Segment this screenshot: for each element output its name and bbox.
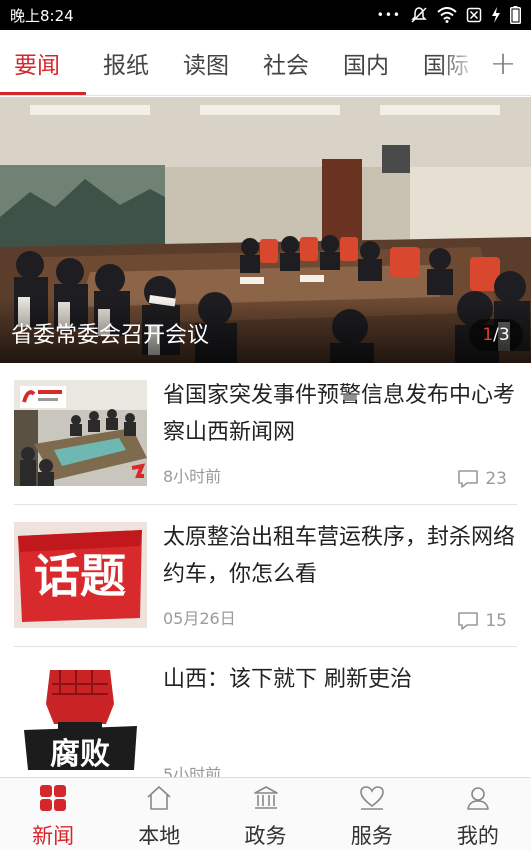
news-thumbnail <box>14 380 147 486</box>
news-time: 8小时前 <box>163 467 222 486</box>
status-bar: 晚上8:24 ••• <box>0 0 531 30</box>
news-grid-icon <box>38 784 68 812</box>
comment-icon <box>458 612 479 630</box>
tab-headlines[interactable]: 要闻 <box>0 30 86 95</box>
news-title[interactable]: 山西：该下就下 刷新吏治 <box>163 661 517 698</box>
person-icon <box>463 784 493 812</box>
news-time: 05月26日 <box>163 609 236 628</box>
nav-mine[interactable]: 我的 <box>425 778 531 850</box>
topic-banner-text: 话题 <box>34 549 126 603</box>
tab-society[interactable]: 社会 <box>246 30 326 95</box>
news-thumbnail: 话题 <box>14 522 147 628</box>
comment-count-value: 23 <box>485 469 507 489</box>
nav-news[interactable]: 新闻 <box>0 778 106 850</box>
charging-icon <box>491 7 501 23</box>
wifi-icon <box>437 7 457 23</box>
add-tab-button[interactable]: + <box>475 30 531 95</box>
fist-anticorruption-icon: 腐败 <box>14 664 147 770</box>
nav-news-label: 新闻 <box>32 824 75 848</box>
hero-carousel[interactable]: 省委常委会召开会议 1/3 <box>0 97 531 363</box>
hero-page-current: 1 <box>482 325 494 345</box>
nav-government[interactable]: 政务 <box>212 778 318 850</box>
home-icon <box>144 784 174 812</box>
tab-newspaper[interactable]: 报纸 <box>86 30 166 95</box>
nav-local[interactable]: 本地 <box>106 778 212 850</box>
status-icons: ••• <box>377 6 521 24</box>
topic-banner-icon: 话题 <box>14 522 147 628</box>
comment-count[interactable]: 15 <box>457 611 507 631</box>
more-dots-icon: ••• <box>376 8 401 22</box>
battery-icon <box>510 6 521 24</box>
sim-icon <box>466 7 482 23</box>
comment-icon <box>458 470 479 488</box>
tab-fade <box>439 30 479 95</box>
news-time: 5小时前 <box>163 765 222 777</box>
mute-icon <box>410 6 428 24</box>
news-item[interactable]: 话题 太原整治出租车营运秩序，封杀网络约车，你怎么看 05月26日 15 <box>14 505 517 647</box>
news-list: 省国家突发事件预警信息发布中心考察山西新闻网 8小时前 23 话题 太原整治出租… <box>0 363 531 777</box>
news-title[interactable]: 省国家突发事件预警信息发布中心考察山西新闻网 <box>163 377 517 451</box>
fist-banner-text: 腐败 <box>50 737 110 770</box>
news-item[interactable]: 省国家突发事件预警信息发布中心考察山西新闻网 8小时前 23 <box>14 363 517 505</box>
comment-count[interactable]: 23 <box>457 469 507 489</box>
meeting-photo-icon <box>14 380 147 486</box>
comment-count-value: 15 <box>485 611 507 631</box>
hero-page-total: /3 <box>493 325 510 345</box>
news-title[interactable]: 太原整治出租车营运秩序，封杀网络约车，你怎么看 <box>163 519 517 593</box>
category-tab-bar: 要闻 报纸 读图 社会 国内 国际 + <box>0 30 531 96</box>
nav-local-label: 本地 <box>138 824 181 848</box>
nav-mine-label: 我的 <box>456 824 499 848</box>
tab-domestic[interactable]: 国内 <box>326 30 406 95</box>
news-item[interactable]: 腐败 山西：该下就下 刷新吏治 5小时前 <box>14 647 517 777</box>
service-heart-icon <box>357 784 387 812</box>
nav-government-label: 政务 <box>244 824 287 848</box>
nav-service[interactable]: 服务 <box>319 778 425 850</box>
status-time: 晚上8:24 <box>10 6 74 25</box>
tab-pictures[interactable]: 读图 <box>166 30 246 95</box>
hero-title[interactable]: 省委常委会召开会议 <box>11 317 209 349</box>
news-thumbnail: 腐败 <box>14 664 147 770</box>
hero-page-indicator: 1/3 <box>469 319 523 351</box>
bottom-nav: 新闻 本地 政务 服务 我的 <box>0 777 531 850</box>
government-icon <box>251 784 281 812</box>
nav-service-label: 服务 <box>350 824 393 848</box>
